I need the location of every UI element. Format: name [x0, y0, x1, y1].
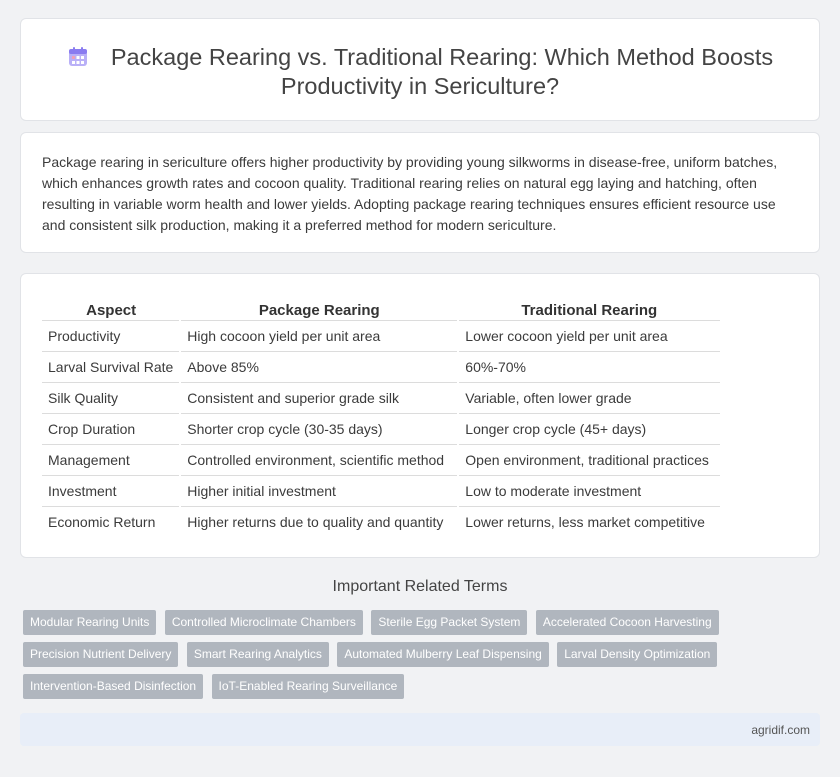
calendar-icon [68, 47, 87, 66]
table-row: Management Controlled environment, scien… [42, 443, 721, 475]
page-title: Package Rearing vs. Traditional Rearing:… [110, 44, 774, 99]
intro-paragraph: Package rearing in sericulture offers hi… [42, 154, 778, 233]
title-card: Package Rearing vs. Traditional Rearing:… [20, 18, 820, 121]
table-cell-traditional: Lower returns, less market competitive [457, 505, 721, 537]
table-cell-traditional: Low to moderate investment [457, 474, 721, 506]
intro-card: Package rearing in sericulture offers hi… [20, 132, 820, 253]
related-term-tag[interactable]: Automated Mulberry Leaf Dispensing [337, 642, 549, 667]
related-terms-heading: Important Related Terms [332, 578, 508, 595]
table-cell-traditional: Variable, often lower grade [457, 381, 721, 413]
table-cell-traditional: Lower cocoon yield per unit area [457, 319, 721, 351]
footer-bar: agridif.com [20, 713, 820, 746]
table-row: Investment Higher initial investment Low… [42, 474, 721, 506]
footer-site-link[interactable]: agridif.com [751, 723, 810, 737]
page-title-wrap: Package Rearing vs. Traditional Rearing:… [21, 43, 819, 101]
table-cell-traditional: Longer crop cycle (45+ days) [457, 412, 721, 444]
table-cell-traditional: Open environment, traditional practices [457, 443, 721, 475]
table-cell-package: Consistent and superior grade silk [179, 381, 459, 413]
table-cell-aspect: Silk Quality [42, 381, 181, 413]
related-term-tag[interactable]: Larval Density Optimization [557, 642, 718, 667]
related-term-tag[interactable]: Modular Rearing Units [23, 610, 157, 635]
comparison-card: Aspect Package Rearing Traditional Reari… [20, 273, 820, 558]
column-header-aspect: Aspect [86, 301, 137, 319]
related-term-tag[interactable]: Intervention-Based Disinfection [23, 674, 204, 699]
table-cell-traditional: 60%-70% [457, 350, 721, 382]
related-term-tag[interactable]: IoT-Enabled Rearing Surveillance [211, 674, 405, 699]
table-header-row: Aspect Package Rearing Traditional Reari… [42, 296, 720, 320]
table-cell-aspect: Crop Duration [42, 412, 181, 444]
comparison-table: Aspect Package Rearing Traditional Reari… [42, 296, 721, 537]
table-row: Larval Survival Rate Above 85% 60%-70% [42, 350, 721, 382]
table-cell-package: High cocoon yield per unit area [179, 319, 459, 351]
table-cell-aspect: Productivity [42, 319, 181, 351]
table-row: Silk Quality Consistent and superior gra… [42, 381, 721, 413]
table-cell-aspect: Investment [42, 474, 181, 506]
table-cell-aspect: Larval Survival Rate [42, 350, 181, 382]
related-term-tag[interactable]: Sterile Egg Packet System [371, 610, 528, 635]
column-header-traditional: Traditional Rearing [521, 301, 658, 319]
table-cell-package: Shorter crop cycle (30-35 days) [179, 412, 459, 444]
table-cell-package: Controlled environment, scientific metho… [179, 443, 459, 475]
column-header-package: Package Rearing [258, 301, 380, 319]
table-cell-package: Higher returns due to quality and quanti… [179, 505, 459, 537]
table-cell-aspect: Economic Return [42, 505, 181, 537]
related-term-tag[interactable]: Precision Nutrient Delivery [23, 642, 179, 667]
table-row: Economic Return Higher returns due to qu… [42, 505, 721, 537]
related-term-tag[interactable]: Smart Rearing Analytics [186, 642, 329, 667]
related-term-tag[interactable]: Accelerated Cocoon Harvesting [535, 610, 719, 635]
related-term-tag[interactable]: Controlled Microclimate Chambers [164, 610, 363, 635]
related-terms-list: Modular Rearing Units Controlled Microcl… [23, 610, 743, 706]
table-cell-aspect: Management [42, 443, 181, 475]
table-cell-package: Higher initial investment [179, 474, 459, 506]
table-row: Crop Duration Shorter crop cycle (30-35 … [42, 412, 721, 444]
table-row: Productivity High cocoon yield per unit … [42, 319, 721, 351]
table-cell-package: Above 85% [179, 350, 459, 382]
